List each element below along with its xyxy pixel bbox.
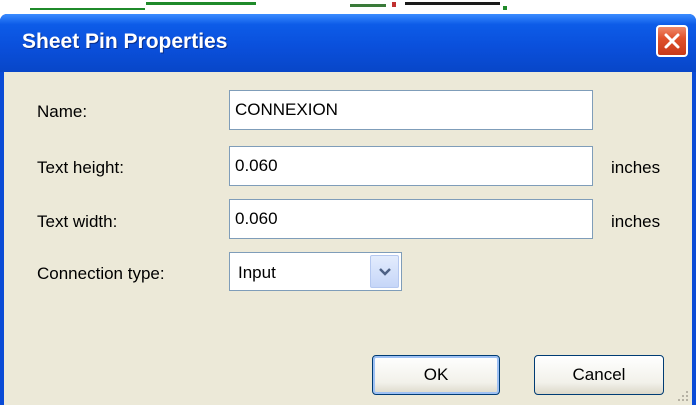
title-bar[interactable]: Sheet Pin Properties — [0, 14, 696, 72]
connection-type-label: Connection type: — [37, 264, 165, 283]
close-icon — [664, 33, 680, 49]
schematic-wire — [30, 8, 145, 10]
chevron-down-icon — [379, 268, 391, 276]
dialog-body: Name: Text height: inches Text width: in… — [4, 72, 692, 405]
name-field[interactable] — [229, 90, 593, 130]
schematic-wire — [350, 4, 386, 7]
close-button[interactable] — [656, 25, 688, 57]
schematic-marker — [392, 2, 396, 7]
text-height-field[interactable] — [229, 146, 593, 186]
sheet-pin-properties-dialog: Sheet Pin Properties Name: Text height: … — [0, 14, 696, 405]
text-height-unit: inches — [611, 158, 661, 177]
text-width-field[interactable] — [229, 199, 593, 239]
resize-grip-icon[interactable] — [676, 389, 690, 403]
ok-button[interactable]: OK — [372, 355, 500, 395]
schematic-wire — [405, 2, 500, 5]
text-width-label: Text width: — [37, 212, 118, 231]
name-label: Name: — [37, 102, 88, 121]
background-schematic — [0, 0, 696, 14]
text-width-unit: inches — [611, 212, 661, 231]
text-height-label: Text height: — [37, 158, 124, 177]
connection-type-value: Input — [238, 263, 276, 282]
connection-type-select[interactable]: Input — [229, 252, 402, 291]
cancel-button[interactable]: Cancel — [534, 355, 664, 395]
dropdown-button[interactable] — [370, 255, 399, 288]
dialog-title: Sheet Pin Properties — [22, 30, 228, 53]
schematic-marker — [503, 6, 507, 10]
schematic-wire — [146, 2, 256, 5]
